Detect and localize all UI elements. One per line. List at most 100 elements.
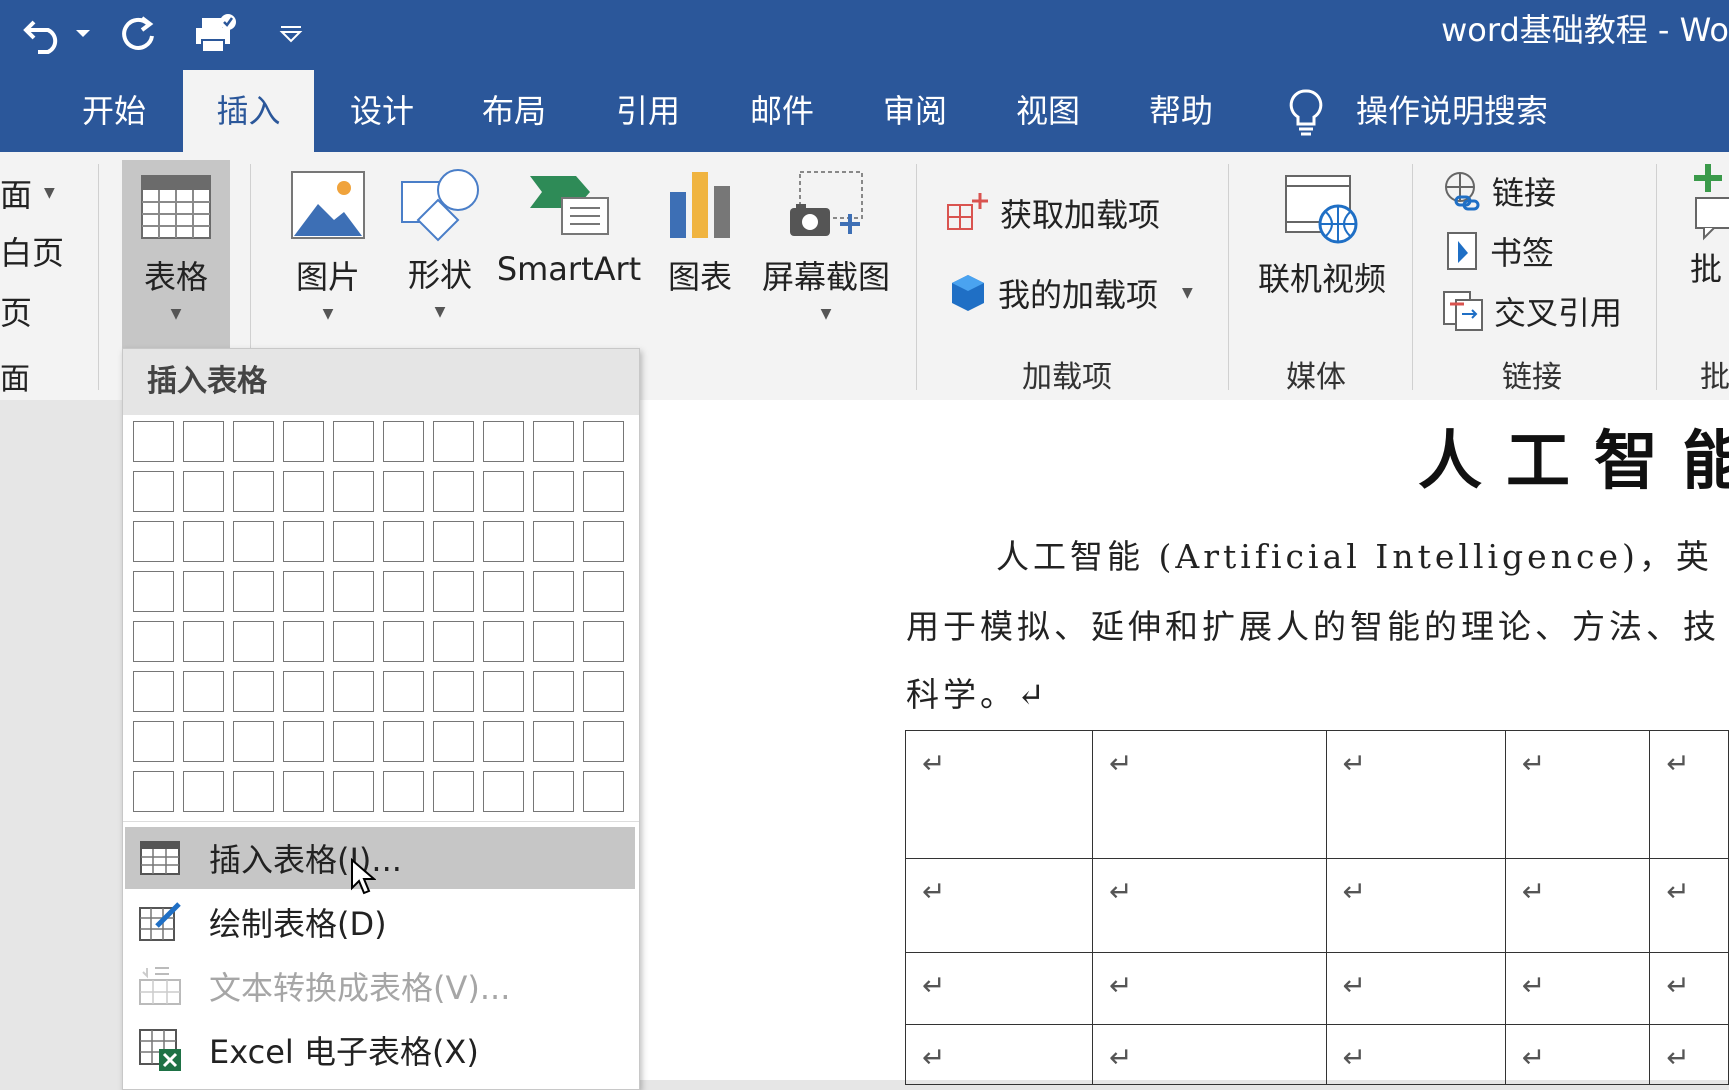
table-grid-cell[interactable] [283,571,324,612]
table-grid-cell[interactable] [483,621,524,662]
table-grid-cell[interactable] [133,621,174,662]
my-addins-button[interactable]: 我的加载项 ▼ [948,270,1193,316]
table-grid-cell[interactable] [283,621,324,662]
table-grid-cell[interactable] [233,771,274,812]
table-grid-cell[interactable] [533,721,574,762]
table-grid-cell[interactable] [233,471,274,512]
table-grid-cell[interactable] [483,771,524,812]
table-cell[interactable]: ↵ [1649,730,1729,859]
table-cell[interactable]: ↵ [1092,952,1327,1025]
table-grid-cell[interactable] [283,671,324,712]
table-grid-cell[interactable] [383,421,424,462]
table-grid-cell[interactable] [183,721,224,762]
table-grid-cell[interactable] [183,521,224,562]
table-grid-cell[interactable] [483,671,524,712]
table-grid-cell[interactable] [283,421,324,462]
table-grid-cell[interactable] [533,621,574,662]
table-grid-cell[interactable] [133,771,174,812]
table-grid-cell[interactable] [183,771,224,812]
table-button[interactable]: 表格 ▼ [122,160,230,356]
table-cell[interactable]: ↵ [1092,858,1327,953]
table-grid-cell[interactable] [533,521,574,562]
table-grid-cell[interactable] [133,521,174,562]
table-grid-cell[interactable] [333,621,374,662]
blank-page-button[interactable]: 白页 [0,228,64,274]
table-grid-cell[interactable] [333,521,374,562]
table-grid-cell[interactable] [283,771,324,812]
table-cell[interactable]: ↵ [904,952,1094,1025]
table-grid-cell[interactable] [533,471,574,512]
undo-dropdown[interactable] [72,10,94,58]
cross-reference-button[interactable]: 交叉引用 [1442,288,1622,334]
table-grid-cell[interactable] [583,671,624,712]
tab-mailings[interactable]: 邮件 [730,70,834,152]
table-cell[interactable]: ↵ [904,858,1094,953]
table-grid-cell[interactable] [583,621,624,662]
table-cell[interactable]: ↵ [1325,952,1506,1025]
link-button[interactable]: 链接 [1442,168,1556,214]
table-grid-cell[interactable] [283,521,324,562]
tell-me-search[interactable]: 操作说明搜索 [1356,70,1548,152]
table-grid-cell[interactable] [233,721,274,762]
table-cell[interactable]: ↵ [1325,730,1506,859]
tab-design[interactable]: 设计 [330,70,434,152]
table-grid-cell[interactable] [133,671,174,712]
redo-button[interactable] [112,10,164,58]
table-grid-cell[interactable] [183,671,224,712]
table-grid-cell[interactable] [433,571,474,612]
table-cell[interactable]: ↵ [904,730,1094,859]
table-grid-cell[interactable] [383,471,424,512]
table-grid-cell[interactable] [433,721,474,762]
table-grid-cell[interactable] [483,571,524,612]
table-grid-cell[interactable] [183,421,224,462]
table-grid-cell[interactable] [333,571,374,612]
table-grid-cell[interactable] [333,671,374,712]
comment-button[interactable]: 批 [1690,162,1729,290]
table-grid-cell[interactable] [183,621,224,662]
excel-spreadsheet-item[interactable]: Excel 电子表格(X) [125,1019,635,1081]
table-grid-cell[interactable] [533,421,574,462]
print-preview-button[interactable] [188,10,242,58]
table-cell[interactable]: ↵ [1649,1024,1729,1085]
get-addins-button[interactable]: 获取加载项 [946,190,1160,236]
table-cell[interactable]: ↵ [904,1024,1094,1085]
table-size-grid[interactable] [133,421,624,812]
table-grid-cell[interactable] [233,421,274,462]
table-grid-cell[interactable] [483,471,524,512]
table-grid-cell[interactable] [433,621,474,662]
page-break-button[interactable]: 页 [0,288,32,334]
table-grid-cell[interactable] [583,721,624,762]
smartart-button[interactable]: SmartArt [497,172,641,288]
table-grid-cell[interactable] [483,421,524,462]
table-grid-cell[interactable] [383,621,424,662]
table-cell[interactable]: ↵ [1504,1024,1651,1085]
table-cell[interactable]: ↵ [1325,858,1506,953]
table-grid-cell[interactable] [583,521,624,562]
table-grid-cell[interactable] [333,421,374,462]
table-grid-cell[interactable] [433,521,474,562]
shapes-button[interactable]: 形状 ▼ [398,166,482,320]
tab-view[interactable]: 视图 [996,70,1100,152]
table-grid-cell[interactable] [233,621,274,662]
screenshot-button[interactable]: 屏幕截图 ▼ [758,170,894,322]
table-grid-cell[interactable] [133,721,174,762]
table-cell[interactable]: ↵ [1325,1024,1506,1085]
table-grid-cell[interactable] [233,571,274,612]
table-grid-cell[interactable] [333,471,374,512]
table-cell[interactable]: ↵ [1504,858,1651,953]
table-grid-cell[interactable] [533,771,574,812]
undo-button[interactable] [14,10,74,58]
table-grid-cell[interactable] [583,571,624,612]
table-grid-cell[interactable] [433,421,474,462]
table-grid-cell[interactable] [283,471,324,512]
table-cell[interactable]: ↵ [1092,1024,1327,1085]
table-grid-cell[interactable] [383,521,424,562]
table-grid-cell[interactable] [433,671,474,712]
tab-insert[interactable]: 插入 [183,70,314,152]
table-grid-cell[interactable] [433,771,474,812]
table-cell[interactable]: ↵ [1649,858,1729,953]
table-grid-cell[interactable] [233,521,274,562]
table-grid-cell[interactable] [183,571,224,612]
table-cell[interactable]: ↵ [1504,952,1651,1025]
tab-references[interactable]: 引用 [596,70,700,152]
